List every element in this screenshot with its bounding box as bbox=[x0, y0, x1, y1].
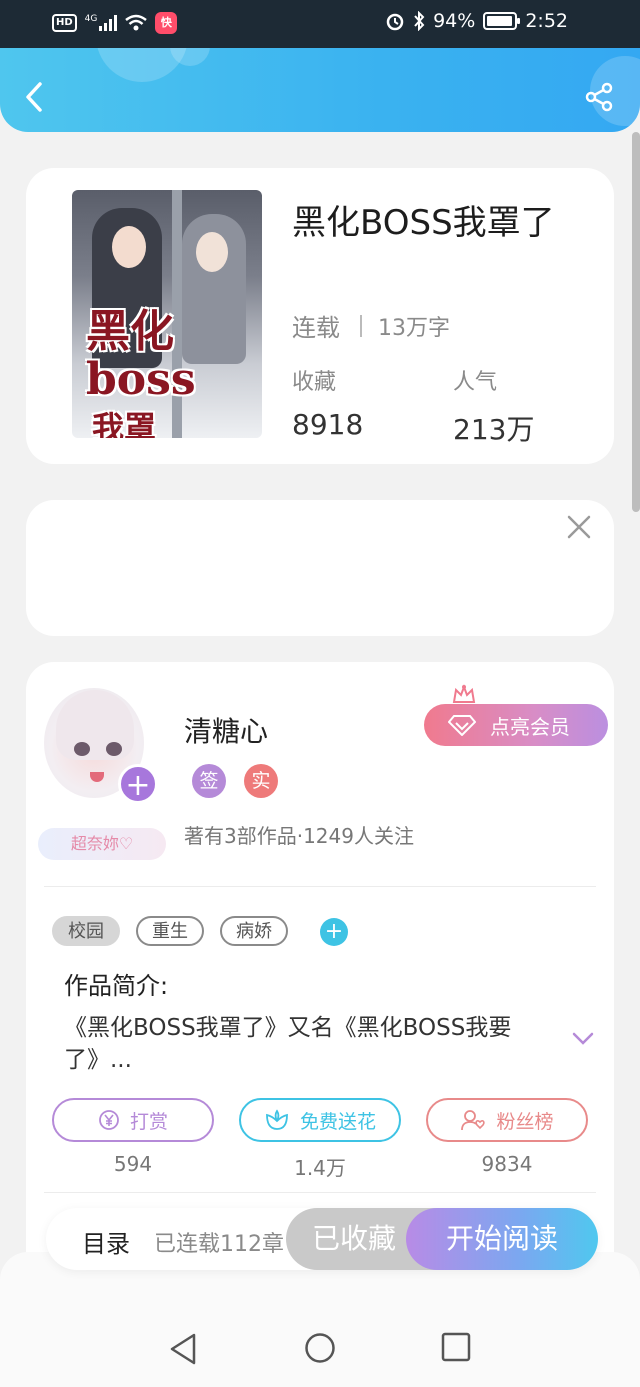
nav-recents-icon[interactable] bbox=[441, 1332, 471, 1362]
ad-card bbox=[26, 500, 614, 636]
fan-nickname-badge: 超奈妳♡ bbox=[38, 828, 166, 860]
alarm-icon bbox=[386, 13, 404, 31]
cover-title: 黑化boss 我罩 bbox=[86, 306, 196, 439]
fan-ranking-button[interactable]: 粉丝榜 bbox=[426, 1098, 588, 1142]
fan-ranking-label: 粉丝榜 bbox=[496, 1110, 554, 1133]
intro-text[interactable]: 《黑化BOSS我罩了》又名《黑化BOSS我要了》... bbox=[64, 1012, 534, 1076]
clock: 2:52 bbox=[525, 10, 568, 32]
activate-vip-button[interactable]: 点亮会员 bbox=[424, 704, 608, 746]
popularity-label: 人气 bbox=[453, 370, 498, 395]
verified-author-badge: 实 bbox=[244, 764, 278, 798]
signed-author-badge: 签 bbox=[192, 764, 226, 798]
favorites-count: 8918 bbox=[292, 408, 364, 441]
follow-author-button[interactable]: + bbox=[118, 764, 158, 804]
flower-count: 1.4万 bbox=[294, 1156, 346, 1180]
divider bbox=[44, 1192, 596, 1193]
favorites-stat: 收藏 8918 bbox=[292, 364, 363, 441]
author-name[interactable]: 清糖心 bbox=[184, 710, 268, 750]
send-flower-label: 免费送花 bbox=[299, 1110, 376, 1133]
signal-icon bbox=[99, 15, 118, 31]
bottom-panel bbox=[0, 1252, 640, 1387]
status-bar: HD 4G 快 94% 2:52 bbox=[0, 0, 640, 48]
favorites-label: 收藏 bbox=[292, 370, 337, 395]
fan-icon bbox=[461, 1110, 486, 1131]
genre-tag[interactable]: 病娇 bbox=[220, 916, 288, 946]
fan-count: 9834 bbox=[481, 1152, 533, 1176]
reading-bar: 目录 已连载112章 已收藏 开始阅读 bbox=[46, 1208, 598, 1270]
book-meta: 连载 13万字 bbox=[292, 308, 450, 343]
hd-icon: HD bbox=[52, 14, 77, 32]
divider bbox=[44, 886, 596, 887]
scrollbar[interactable] bbox=[632, 132, 640, 512]
close-icon[interactable] bbox=[566, 514, 592, 540]
chapter-count[interactable]: 已连载112章 bbox=[154, 1226, 284, 1258]
book-info-card: 黑化boss 我罩 黑化BOSS我罩了 连载 13万字 收藏 8918 人气 2… bbox=[26, 168, 614, 464]
intro-label: 作品简介: bbox=[64, 972, 169, 1000]
back-arrow-icon[interactable] bbox=[22, 80, 46, 114]
start-reading-button[interactable]: 开始阅读 bbox=[406, 1208, 598, 1270]
battery-percent: 94% bbox=[433, 10, 476, 32]
nav-home-icon[interactable] bbox=[304, 1332, 336, 1364]
author-card: + 超奈妳♡ 清糖心 签 实 著有3部作品·1249人关注 点亮会员 校园 重生… bbox=[26, 662, 614, 1282]
divider bbox=[360, 314, 362, 337]
popularity-count: 213万 bbox=[453, 413, 535, 446]
chevron-down-icon[interactable] bbox=[572, 1032, 594, 1046]
add-genre-button[interactable]: + bbox=[320, 918, 348, 946]
flower-icon bbox=[266, 1109, 288, 1130]
book-status: 连载 bbox=[292, 314, 340, 342]
share-icon[interactable] bbox=[584, 82, 614, 112]
tip-count: 594 bbox=[113, 1152, 153, 1176]
tip-button[interactable]: 打赏 bbox=[52, 1098, 214, 1142]
author-info: 著有3部作品·1249人关注 bbox=[184, 824, 414, 848]
word-count: 13万字 bbox=[378, 315, 450, 341]
book-title: 黑化BOSS我罩了 bbox=[292, 203, 555, 243]
yen-icon bbox=[99, 1110, 119, 1130]
send-flower-button[interactable]: 免费送花 bbox=[239, 1098, 401, 1142]
vip-label: 点亮会员 bbox=[490, 714, 570, 739]
wifi-icon bbox=[125, 14, 148, 31]
popularity-stat: 人气 213万 bbox=[453, 364, 534, 448]
nav-back-icon[interactable] bbox=[168, 1332, 198, 1366]
network-type: 4G bbox=[84, 14, 98, 24]
battery-icon bbox=[483, 12, 521, 30]
tip-label: 打赏 bbox=[129, 1110, 168, 1133]
diamond-icon bbox=[448, 715, 476, 736]
genre-tag[interactable]: 重生 bbox=[136, 916, 204, 946]
bluetooth-icon bbox=[414, 11, 425, 31]
table-of-contents-button[interactable]: 目录 bbox=[82, 1224, 130, 1259]
book-cover[interactable]: 黑化boss 我罩 bbox=[72, 190, 262, 438]
genre-tag[interactable]: 校园 bbox=[52, 916, 120, 946]
crown-icon bbox=[452, 684, 476, 703]
app-notification-icon: 快 bbox=[155, 12, 178, 34]
